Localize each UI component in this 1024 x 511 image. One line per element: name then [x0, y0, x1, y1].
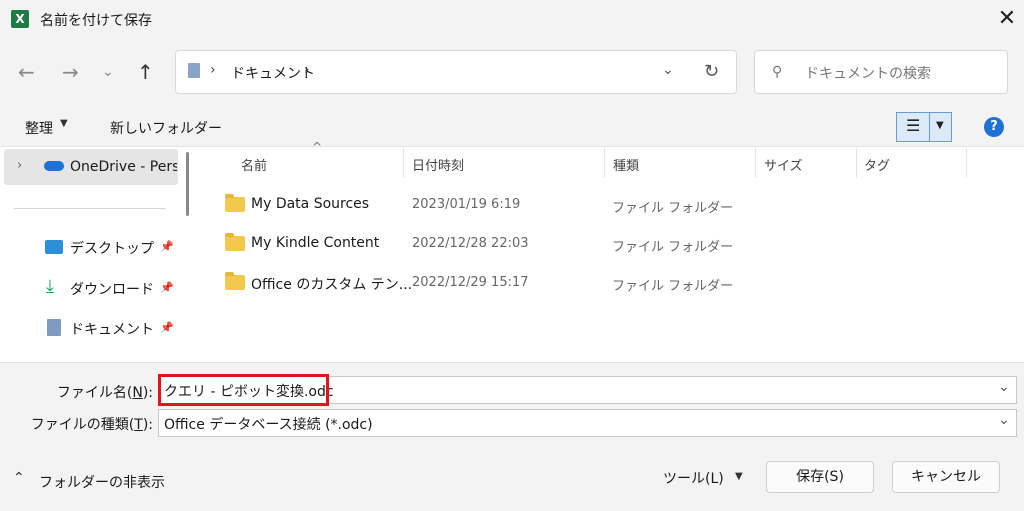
collapse-chevron-icon[interactable]: ⌃ [13, 470, 25, 486]
onedrive-cloud-icon [44, 161, 64, 171]
breadcrumb-separator-end[interactable]: › [304, 62, 310, 78]
data-sources-folder-icon [225, 194, 245, 212]
refresh-icon[interactable]: ↻ [704, 61, 719, 82]
file-type: ファイル フォルダー [612, 240, 734, 255]
sidebar-item-documents[interactable]: ドキュメント [70, 319, 154, 339]
filetype-label-key: T [134, 417, 143, 433]
column-divider[interactable] [604, 148, 605, 178]
organize-chevron-icon[interactable]: ▼ [60, 118, 68, 129]
filename-label-post: ): [142, 385, 153, 401]
column-divider[interactable] [966, 148, 967, 178]
title-bar [0, 0, 1024, 38]
file-type: ファイル フォルダー [612, 201, 734, 216]
save-as-dialog: X 名前を付けて保存 ✕ ← → ⌄ ↑ › ドキュメント › ⌄ ↻ ⚲ ドキ… [0, 0, 1024, 511]
column-header-type[interactable]: 種類 [613, 155, 639, 174]
sort-ascending-icon: ^ [312, 140, 323, 154]
search-input[interactable]: ドキュメントの検索 [805, 63, 931, 83]
sidebar-item-downloads[interactable]: ダウンロード [70, 279, 154, 299]
sidebar-divider [14, 208, 166, 209]
filetype-chevron-icon[interactable]: ⌄ [998, 412, 1010, 428]
column-divider[interactable] [755, 148, 756, 178]
organize-button[interactable]: 整理 [25, 118, 53, 138]
file-date: 2022/12/29 15:17 [412, 275, 529, 290]
filename-label-key: N [132, 385, 143, 401]
documents-location-icon [188, 63, 200, 78]
file-type: ファイル フォルダー [612, 279, 734, 294]
filetype-label-pre: ファイルの種類( [30, 417, 135, 433]
filetype-value[interactable]: Office データベース接続 (*.odc) [164, 414, 373, 434]
sidebar-item-label: OneDrive - Perso [70, 159, 177, 175]
new-folder-button[interactable]: 新しいフォルダー [110, 118, 222, 138]
pin-icon[interactable]: 📌 [160, 321, 174, 334]
filetype-label: ファイルの種類(T): [20, 414, 153, 434]
file-date: 2023/01/19 6:19 [412, 197, 521, 212]
file-name[interactable]: My Data Sources [251, 196, 369, 212]
file-name[interactable]: My Kindle Content [251, 235, 379, 251]
desktop-icon [45, 240, 63, 254]
filetype-label-post: ): [142, 417, 153, 433]
filename-chevron-icon[interactable]: ⌄ [998, 379, 1010, 395]
address-history-chevron-icon[interactable]: ⌄ [662, 62, 674, 78]
file-name[interactable]: Office のカスタム テン... [251, 274, 412, 294]
column-header-size[interactable]: サイズ [764, 155, 803, 174]
window-title: 名前を付けて保存 [40, 13, 152, 29]
filename-label-pre: ファイル名( [56, 385, 133, 401]
documents-icon [47, 319, 61, 336]
pin-icon[interactable]: 📌 [160, 281, 174, 294]
breadcrumb-separator[interactable]: › [210, 62, 216, 78]
back-arrow-icon[interactable]: ← [18, 62, 35, 82]
sidebar-scrollbar[interactable] [186, 152, 189, 216]
pin-icon[interactable]: 📌 [160, 240, 174, 253]
filename-label: ファイル名(N): [20, 382, 153, 402]
view-chevron-icon: ▼ [936, 120, 944, 131]
tools-button[interactable]: ツール(L) [663, 468, 724, 488]
column-header-name[interactable]: 名前 [241, 155, 267, 174]
sidebar-item-desktop[interactable]: デスクトップ [70, 238, 154, 258]
column-header-tags[interactable]: タグ [864, 155, 890, 174]
file-date: 2022/12/28 22:03 [412, 236, 529, 251]
column-divider[interactable] [403, 148, 404, 178]
breadcrumb-documents[interactable]: ドキュメント [231, 63, 315, 83]
folder-icon [225, 272, 245, 290]
save-button[interactable]: 保存(S) [766, 461, 874, 493]
excel-icon: X [11, 10, 29, 28]
close-icon[interactable]: ✕ [992, 4, 1022, 34]
help-icon[interactable]: ? [984, 117, 1004, 137]
column-header-date[interactable]: 日付時刻 [412, 155, 464, 174]
tools-chevron-icon[interactable]: ▼ [735, 471, 743, 482]
recent-locations-chevron-icon[interactable]: ⌄ [102, 62, 114, 82]
search-icon: ⚲ [772, 64, 783, 80]
download-icon: ⤓ [46, 276, 54, 297]
up-arrow-icon[interactable]: ↑ [137, 60, 154, 84]
details-view-icon: ☰ [906, 116, 921, 135]
filename-highlight-box [158, 374, 329, 406]
column-divider[interactable] [856, 148, 857, 178]
forward-arrow-icon[interactable]: → [62, 62, 79, 82]
folder-icon [225, 233, 245, 251]
cancel-button[interactable]: キャンセル [892, 461, 1000, 493]
hide-folders-button[interactable]: フォルダーの非表示 [39, 472, 165, 492]
expand-chevron-icon[interactable]: › [17, 158, 22, 173]
